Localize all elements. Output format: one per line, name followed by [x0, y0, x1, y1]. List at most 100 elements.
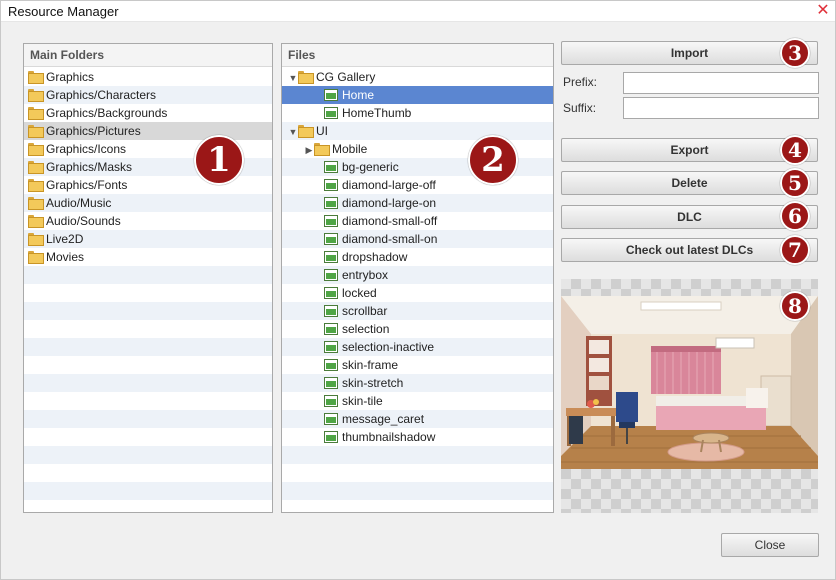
tree-file-item[interactable]: message_caret: [282, 410, 553, 428]
suffix-input[interactable]: [623, 97, 819, 119]
image-file-icon: [324, 215, 338, 227]
folder-icon: [298, 71, 314, 84]
folder-icon: [28, 89, 44, 102]
prefix-input[interactable]: [623, 72, 819, 94]
folder-list-item[interactable]: Live2D: [24, 230, 272, 248]
callout-badge-7: 7: [780, 235, 810, 265]
folder-icon: [298, 125, 314, 138]
tree-file-item[interactable]: diamond-small-off: [282, 212, 553, 230]
folder-list-item[interactable]: Graphics/Backgrounds: [24, 104, 272, 122]
folder-label: Movies: [46, 250, 85, 264]
tree-item-label: skin-tile: [342, 394, 383, 408]
image-file-icon: [324, 323, 338, 335]
tree-file-item[interactable]: diamond-large-off: [282, 176, 553, 194]
image-file-icon: [324, 233, 338, 245]
tree-item-label: bg-generic: [342, 160, 399, 174]
tree-file-item[interactable]: locked: [282, 284, 553, 302]
tree-item-label: HomeThumb: [342, 106, 412, 120]
close-window-icon[interactable]: ✕: [814, 1, 832, 21]
folder-icon: [28, 233, 44, 246]
collapsed-arrow-icon[interactable]: ▶: [304, 141, 314, 159]
folder-label: Live2D: [46, 232, 84, 246]
folder-icon: [28, 251, 44, 264]
folder-icon: [28, 179, 44, 192]
suffix-label: Suffix:: [563, 101, 597, 115]
folder-label: Graphics/Backgrounds: [46, 106, 168, 120]
image-file-icon: [324, 251, 338, 263]
room-background-preview: [561, 296, 818, 469]
tree-folder-item[interactable]: ▼ CG Gallery: [282, 68, 553, 86]
folder-icon: [28, 125, 44, 138]
tree-item-label: entrybox: [342, 268, 389, 282]
callout-badge-3: 3: [780, 38, 810, 68]
image-file-icon: [324, 107, 338, 119]
image-file-icon: [324, 359, 338, 371]
folder-list-item[interactable]: Audio/Music: [24, 194, 272, 212]
folder-icon: [28, 197, 44, 210]
tree-item-label: Home: [342, 88, 375, 102]
tree-file-item[interactable]: skin-tile: [282, 392, 553, 410]
tree-item-label: diamond-large-off: [342, 178, 436, 192]
folder-list-item[interactable]: Graphics/Pictures: [24, 122, 272, 140]
tree-file-item[interactable]: thumbnailshadow: [282, 428, 553, 446]
files-panel: Files ▼ CG Gallery Home HomeThumb ▼ UI ▶ Mobile…: [281, 43, 554, 513]
expanded-arrow-icon[interactable]: ▼: [288, 69, 298, 87]
callout-badge-8: 8: [780, 291, 810, 321]
tree-file-item[interactable]: skin-stretch: [282, 374, 553, 392]
tree-file-item[interactable]: dropshadow: [282, 248, 553, 266]
close-button[interactable]: Close: [721, 533, 819, 557]
callout-badge-1: 1: [194, 135, 244, 185]
tree-item-label: UI: [316, 124, 328, 138]
image-file-icon: [324, 269, 338, 281]
tree-item-label: dropshadow: [342, 250, 408, 264]
image-file-icon: [324, 89, 338, 101]
image-file-icon: [324, 431, 338, 443]
tree-item-label: diamond-large-on: [342, 196, 437, 210]
tree-file-item[interactable]: HomeThumb: [282, 104, 553, 122]
folder-list-item[interactable]: Graphics: [24, 68, 272, 86]
tree-file-item[interactable]: scrollbar: [282, 302, 553, 320]
tree-file-item[interactable]: selection-inactive: [282, 338, 553, 356]
expanded-arrow-icon[interactable]: ▼: [288, 123, 298, 141]
image-file-icon: [324, 287, 338, 299]
image-file-icon: [324, 413, 338, 425]
image-preview: [561, 279, 818, 513]
main-folders-panel: Main Folders Graphics Graphics/Characters…: [23, 43, 273, 513]
folder-list-item[interactable]: Movies: [24, 248, 272, 266]
files-tree: ▼ CG Gallery Home HomeThumb ▼ UI ▶ Mobile bg-gen…: [282, 68, 553, 512]
image-file-icon: [324, 395, 338, 407]
files-header: Files: [282, 44, 553, 67]
tree-file-item[interactable]: entrybox: [282, 266, 553, 284]
image-file-icon: [324, 377, 338, 389]
folder-icon: [28, 161, 44, 174]
tree-file-item[interactable]: diamond-small-on: [282, 230, 553, 248]
tree-item-label: skin-frame: [342, 358, 399, 372]
tree-folder-item[interactable]: ▼ UI: [282, 122, 553, 140]
folder-icon: [28, 107, 44, 120]
folder-label: Graphics: [46, 70, 95, 84]
folder-list-item[interactable]: Audio/Sounds: [24, 212, 272, 230]
tree-file-item[interactable]: Home: [282, 86, 553, 104]
folder-label: Graphics/Characters: [46, 88, 157, 102]
tree-item-label: locked: [342, 286, 377, 300]
folder-label: Graphics/Fonts: [46, 178, 128, 192]
image-file-icon: [324, 197, 338, 209]
folder-label: Graphics/Icons: [46, 142, 127, 156]
image-file-icon: [324, 305, 338, 317]
image-file-icon: [324, 179, 338, 191]
callout-badge-4: 4: [780, 135, 810, 165]
window-title: Resource Manager: [8, 4, 119, 19]
folder-icon: [28, 143, 44, 156]
tree-file-item[interactable]: diamond-large-on: [282, 194, 553, 212]
tree-item-label: selection-inactive: [342, 340, 435, 354]
tree-file-item[interactable]: selection: [282, 320, 553, 338]
tree-file-item[interactable]: skin-frame: [282, 356, 553, 374]
folder-icon: [28, 71, 44, 84]
resource-manager-window: Resource Manager ✕ Main Folders Graphics…: [0, 0, 836, 580]
folder-list-item[interactable]: Graphics/Characters: [24, 86, 272, 104]
tree-item-label: CG Gallery: [316, 70, 376, 84]
main-folders-header: Main Folders: [24, 44, 272, 67]
tree-item-label: Mobile: [332, 142, 368, 156]
callout-badge-5: 5: [780, 168, 810, 198]
folder-icon: [28, 215, 44, 228]
